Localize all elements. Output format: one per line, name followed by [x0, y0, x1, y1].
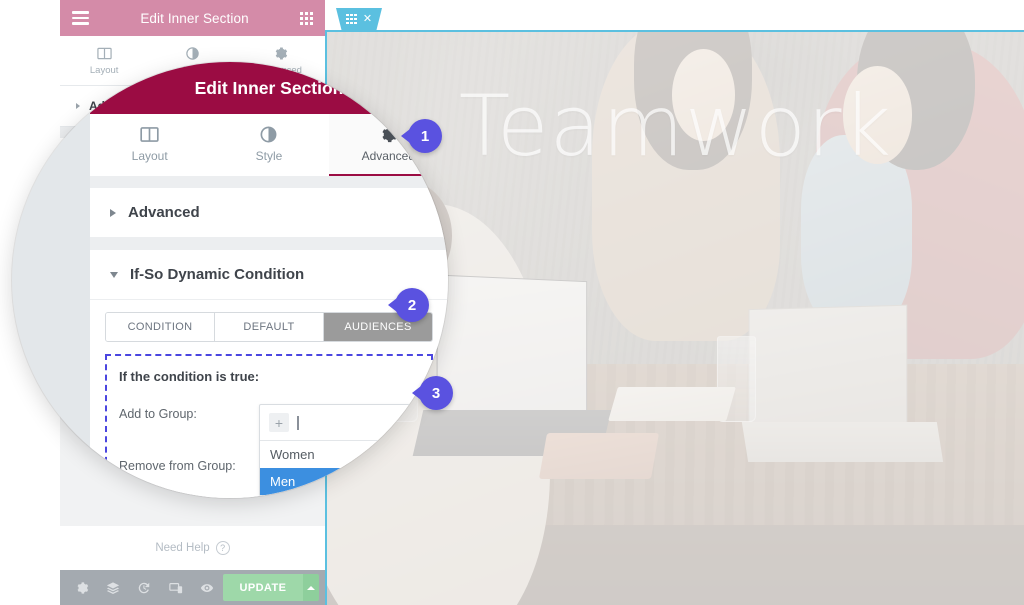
plus-icon[interactable]: +: [269, 413, 289, 432]
update-button-label: UPDATE: [222, 574, 304, 601]
seg-tab-condition[interactable]: CONDITION: [106, 313, 215, 341]
magnifier-content: Edit Inner Section Layout Style Advanced…: [90, 62, 448, 498]
screenshot-root: Teamwork ✕ Edit Inner Section Layout: [0, 0, 1024, 605]
add-to-group-label: Add to Group:: [119, 407, 197, 421]
mag-tab-advanced-label: Advanced: [361, 149, 415, 163]
group-option-women[interactable]: Women: [260, 441, 410, 468]
callout-badge-3: 3: [419, 376, 453, 410]
half-circle-contrast-icon: [186, 46, 199, 60]
chevron-right-icon: [110, 208, 116, 217]
gear-icon: [382, 126, 397, 143]
ifso-segmented-tabs: CONDITION DEFAULT AUDIENCES: [105, 312, 433, 342]
need-help-label: Need Help: [155, 542, 210, 554]
grid-apps-icon[interactable]: [300, 11, 313, 25]
group-option-women-label: Women: [270, 447, 315, 462]
magnified-panel-header: Edit Inner Section: [90, 62, 448, 114]
mag-tab-layout[interactable]: Layout: [90, 114, 209, 176]
close-x-icon[interactable]: ✕: [363, 13, 372, 25]
history-icon[interactable]: [129, 570, 160, 605]
remove-from-group-label: Remove from Group:: [119, 459, 236, 473]
hamburger-icon[interactable]: [72, 11, 89, 25]
layout-columns-icon: [140, 127, 159, 142]
magnified-panel-title: Edit Inner Section: [194, 77, 344, 98]
callout-badge-2: 2: [395, 288, 429, 322]
need-help[interactable]: Need Help ?: [60, 526, 325, 570]
mag-tab-style[interactable]: Style: [209, 114, 328, 176]
panel-header: Edit Inner Section: [60, 0, 325, 36]
panel-title: Edit Inner Section: [140, 10, 249, 26]
chevron-up-icon[interactable]: [303, 574, 319, 601]
section-handle-toolbar[interactable]: ✕: [336, 8, 382, 30]
mag-section-advanced[interactable]: Advanced: [90, 188, 448, 238]
condition-true-title: If the condition is true:: [119, 369, 260, 384]
seg-tab-audiences-label: AUDIENCES: [344, 321, 412, 333]
chevron-right-icon: [76, 103, 80, 109]
responsive-mode-icon[interactable]: [160, 570, 191, 605]
condition-true-block: If the condition is true: Add to Group: …: [105, 354, 433, 498]
callout-badge-2-number: 2: [407, 296, 417, 314]
gear-icon[interactable]: [66, 570, 97, 605]
callout-badge-3-number: 3: [431, 384, 441, 402]
half-circle-contrast-icon: [261, 126, 277, 143]
mag-section-ifso-dynamic-condition[interactable]: If-So Dynamic Condition: [90, 250, 448, 300]
eye-preview-icon[interactable]: [191, 570, 222, 605]
seg-tab-default-label: DEFAULT: [243, 321, 295, 333]
group-option-men[interactable]: Men: [260, 468, 410, 495]
group-select-dropdown[interactable]: + Women Men: [259, 404, 411, 496]
mag-section-advanced-label: Advanced: [128, 204, 200, 221]
magnified-divider: [90, 176, 448, 188]
group-option-men-label: Men: [270, 474, 296, 489]
text-cursor: [297, 415, 299, 430]
grid-drag-icon[interactable]: [345, 13, 357, 25]
gear-icon: [276, 47, 288, 59]
update-button[interactable]: UPDATE: [222, 574, 319, 601]
magnifier-callout: Edit Inner Section Layout Style Advanced…: [12, 62, 448, 498]
layout-columns-icon: [96, 47, 112, 59]
callout-badge-1-number: 1: [420, 127, 430, 145]
question-mark-icon[interactable]: ?: [215, 541, 230, 555]
panel-footer-toolbar: UPDATE: [60, 570, 325, 605]
ifso-panel-body: CONDITION DEFAULT AUDIENCES If the condi…: [90, 300, 448, 498]
callout-badge-1: 1: [408, 119, 442, 153]
mag-tab-style-label: Style: [255, 149, 283, 163]
group-select-input[interactable]: +: [260, 405, 410, 441]
magnified-tab-bar: Layout Style Advanced: [90, 114, 448, 176]
layers-icon[interactable]: [97, 570, 128, 605]
mag-tab-layout-label: Layout: [131, 149, 168, 163]
seg-tab-condition-label: CONDITION: [127, 321, 193, 333]
seg-tab-default[interactable]: DEFAULT: [215, 313, 324, 341]
mag-section-ifso-label: If-So Dynamic Condition: [130, 266, 305, 283]
magnified-divider: [90, 238, 448, 250]
chevron-down-icon: [110, 271, 118, 278]
